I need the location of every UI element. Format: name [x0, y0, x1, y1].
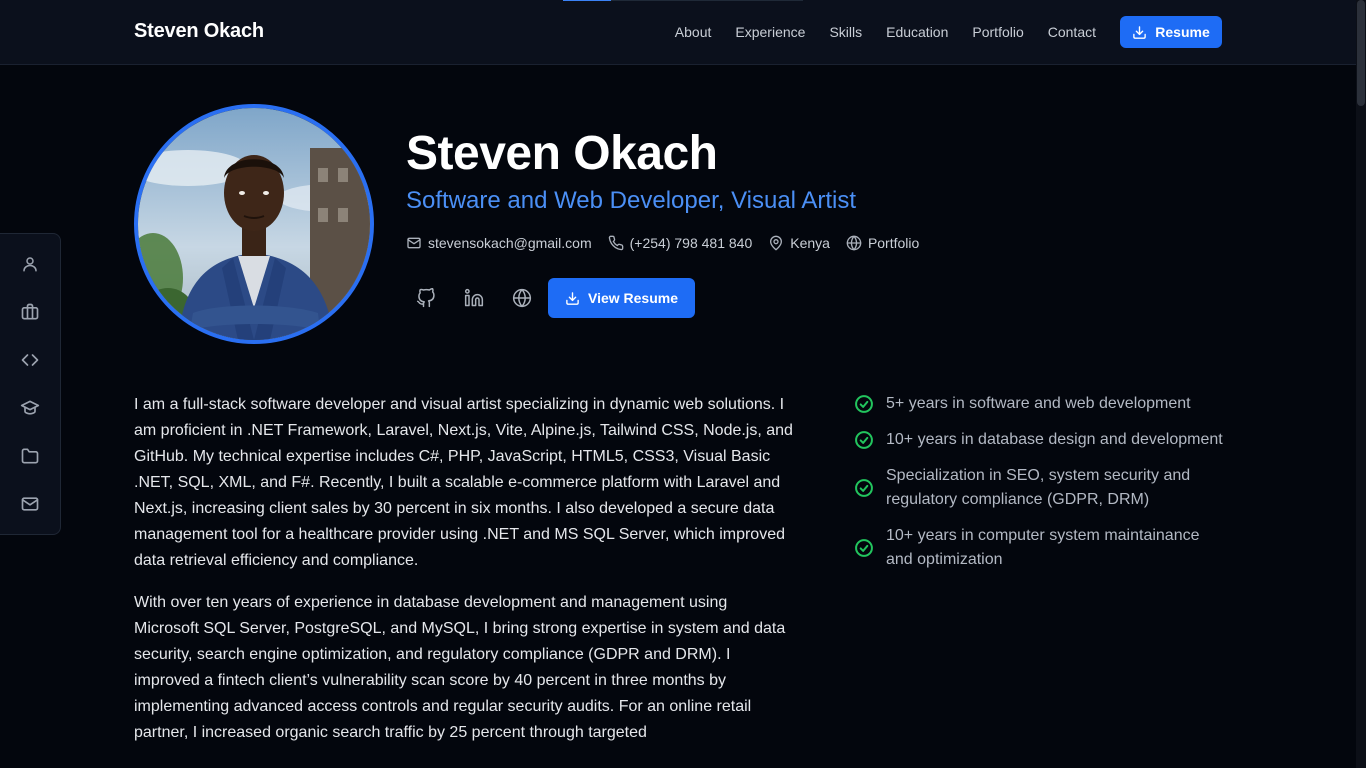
list-item: 5+ years in software and web development [854, 392, 1234, 416]
nav-link-portfolio[interactable]: Portfolio [972, 24, 1023, 40]
website-text: Portfolio [867, 235, 920, 251]
list-item: Specialization in SEO, system security a… [854, 464, 1234, 512]
about-section: I am a full-stack software developer and… [134, 392, 794, 762]
hero-title: Software and Web Developer, Visual Artis… [406, 187, 857, 214]
about-paragraph: With over ten years of experience in dat… [134, 594, 786, 741]
nav-link-education[interactable]: Education [886, 24, 948, 40]
phone-icon [608, 235, 624, 251]
code-icon[interactable] [18, 348, 42, 372]
about-paragraph: I am a full-stack software developer and… [134, 396, 793, 569]
map-pin-icon [768, 235, 784, 251]
user-icon[interactable] [18, 252, 42, 276]
nav-links: About Experience Skills Education Portfo… [675, 0, 1096, 64]
highlight-text: 5+ years in software and web development [886, 395, 1191, 412]
download-icon [565, 291, 580, 306]
check-circle-icon [854, 538, 874, 558]
nav-link-skills[interactable]: Skills [829, 24, 862, 40]
location-text: Kenya [790, 235, 830, 251]
list-item: 10+ years in database design and develop… [854, 428, 1234, 452]
check-circle-icon [854, 478, 874, 498]
nav-link-about[interactable]: About [675, 24, 712, 40]
nav-link-experience[interactable]: Experience [735, 24, 805, 40]
download-icon [1132, 25, 1147, 40]
email-text: stevensokach@gmail.com [428, 235, 592, 251]
contact-website[interactable]: Portfolio [846, 235, 919, 251]
top-navbar: Steven Okach About Experience Skills Edu… [0, 0, 1356, 65]
brand-logo-text[interactable]: Steven Okach [134, 20, 264, 43]
highlights-list: 5+ years in software and web development… [854, 392, 1234, 584]
github-icon[interactable] [414, 278, 438, 318]
mail-icon [406, 235, 422, 251]
profile-photo [134, 104, 374, 344]
highlight-text: 10+ years in database design and develop… [886, 431, 1223, 448]
mail-icon[interactable] [18, 492, 42, 516]
globe-icon [846, 235, 862, 251]
social-links-row: View Resume [414, 278, 695, 318]
view-resume-button[interactable]: View Resume [548, 278, 695, 318]
graduation-cap-icon[interactable] [18, 396, 42, 420]
list-item: 10+ years in computer system maintainanc… [854, 524, 1234, 572]
check-circle-icon [854, 394, 874, 414]
nav-link-contact[interactable]: Contact [1048, 24, 1096, 40]
contact-info-row: stevensokach@gmail.com (+254) 798 481 84… [406, 235, 919, 251]
contact-phone[interactable]: (+254) 798 481 840 [608, 235, 753, 251]
view-resume-label: View Resume [587, 290, 678, 306]
nav-resume-label: Resume [1155, 24, 1210, 40]
linkedin-icon[interactable] [462, 278, 486, 318]
scroll-progress-fill [563, 0, 611, 1]
highlight-text: Specialization in SEO, system security a… [886, 467, 1191, 508]
scrollbar-thumb[interactable] [1357, 0, 1365, 106]
nav-resume-button[interactable]: Resume [1120, 16, 1222, 48]
page-scrollbar[interactable] [1356, 0, 1366, 768]
briefcase-icon[interactable] [18, 300, 42, 324]
phone-text: (+254) 798 481 840 [629, 235, 753, 251]
globe-icon[interactable] [510, 278, 534, 318]
check-circle-icon [854, 430, 874, 450]
side-nav-dock [0, 233, 61, 535]
contact-location: Kenya [768, 235, 830, 251]
highlight-text: 10+ years in computer system maintainanc… [886, 527, 1200, 568]
contact-email[interactable]: stevensokach@gmail.com [406, 235, 592, 251]
hero-name: Steven Okach [406, 127, 718, 180]
folder-icon[interactable] [18, 444, 42, 468]
